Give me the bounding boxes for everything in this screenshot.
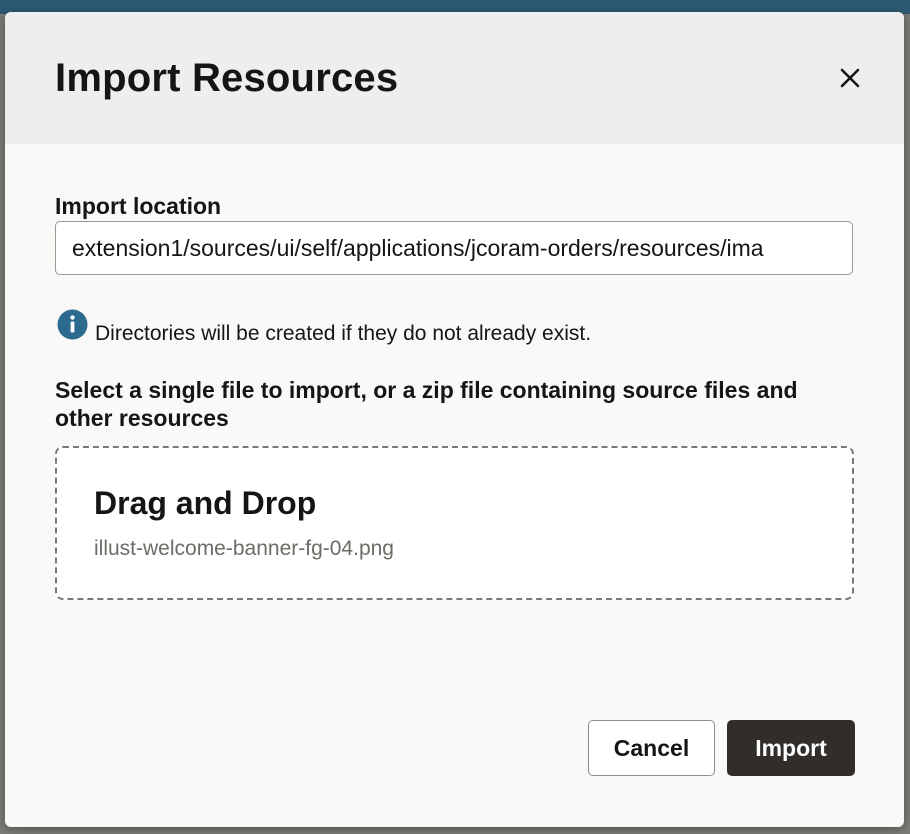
- import-location-label: Import location: [55, 193, 222, 219]
- close-button[interactable]: [831, 59, 869, 97]
- import-resources-dialog: Import Resources Import location Directo…: [5, 12, 904, 827]
- import-button[interactable]: Import: [727, 720, 855, 776]
- info-icon: [57, 309, 88, 340]
- cancel-button[interactable]: Cancel: [588, 720, 715, 776]
- dialog-title: Import Resources: [55, 56, 399, 100]
- file-select-label: Select a single file to import, or a zip…: [55, 377, 798, 431]
- selected-file-name: illust-welcome-banner-fg-04.png: [94, 537, 394, 560]
- dialog-header: Import Resources: [5, 12, 904, 144]
- info-text: Directories will be created if they do n…: [95, 322, 592, 345]
- close-icon: [840, 68, 860, 88]
- import-location-input[interactable]: [55, 221, 853, 275]
- file-drop-zone[interactable]: Drag and Drop illust-welcome-banner-fg-0…: [55, 446, 854, 600]
- info-message: Directories will be created if they do n…: [57, 309, 817, 349]
- drop-zone-title: Drag and Drop: [94, 485, 317, 521]
